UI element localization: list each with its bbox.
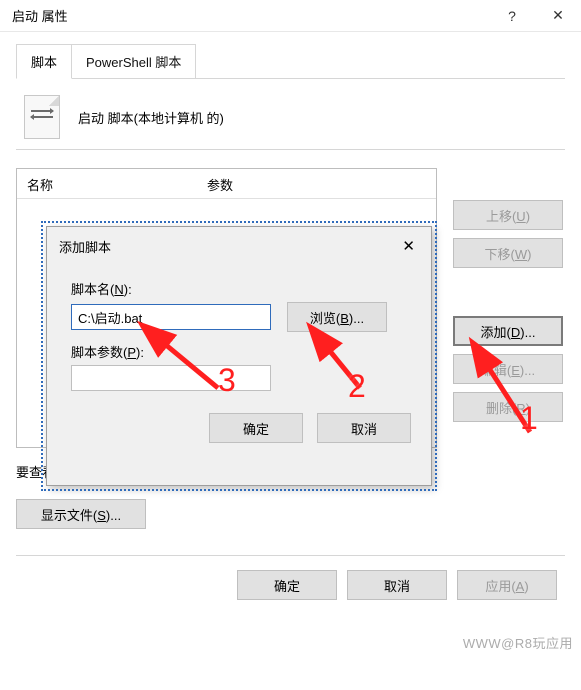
cancel-button[interactable]: 取消 <box>347 570 447 600</box>
col-params[interactable]: 参数 <box>197 169 243 198</box>
move-up-button[interactable]: 上移(U) <box>453 200 563 230</box>
modal-close-button[interactable]: ✕ <box>398 235 419 257</box>
modal-title: 添加脚本 <box>59 237 111 256</box>
move-down-button[interactable]: 下移(W) <box>453 238 563 268</box>
modal-ok-button[interactable]: 确定 <box>209 413 303 443</box>
ok-button[interactable]: 确定 <box>237 570 337 600</box>
apply-button[interactable]: 应用(A) <box>457 570 557 600</box>
tab-scripts[interactable]: 脚本 <box>16 44 72 79</box>
window-title: 启动 属性 <box>12 6 489 25</box>
script-name-input[interactable] <box>71 304 271 330</box>
script-name-label: 脚本名(N): <box>71 279 411 298</box>
header-subtitle: 启动 脚本(本地计算机 的) <box>78 108 224 127</box>
add-button[interactable]: 添加(D)... <box>453 316 563 346</box>
col-name[interactable]: 名称 <box>17 169 197 198</box>
tab-powershell[interactable]: PowerShell 脚本 <box>71 44 196 78</box>
add-script-dialog: 添加脚本 ✕ 脚本名(N): 浏览(B)... 脚本参数(P): 确定 取消 <box>46 226 432 486</box>
watermark: WWW@R8玩应用 <box>463 633 573 652</box>
tab-strip: 脚本 PowerShell 脚本 <box>16 44 565 79</box>
show-files-button[interactable]: 显示文件(S)... <box>16 499 146 529</box>
browse-button[interactable]: 浏览(B)... <box>287 302 387 332</box>
script-params-label: 脚本参数(P): <box>71 342 411 361</box>
script-params-input[interactable] <box>71 365 271 391</box>
modal-cancel-button[interactable]: 取消 <box>317 413 411 443</box>
script-file-icon <box>24 95 60 139</box>
help-button[interactable]: ? <box>489 0 535 32</box>
title-bar: 启动 属性 ? ✕ <box>0 0 581 32</box>
list-header: 名称 参数 <box>17 169 436 199</box>
close-button[interactable]: ✕ <box>535 0 581 32</box>
edit-button[interactable]: 编辑(E)... <box>453 354 563 384</box>
remove-button[interactable]: 删除(R) <box>453 392 563 422</box>
